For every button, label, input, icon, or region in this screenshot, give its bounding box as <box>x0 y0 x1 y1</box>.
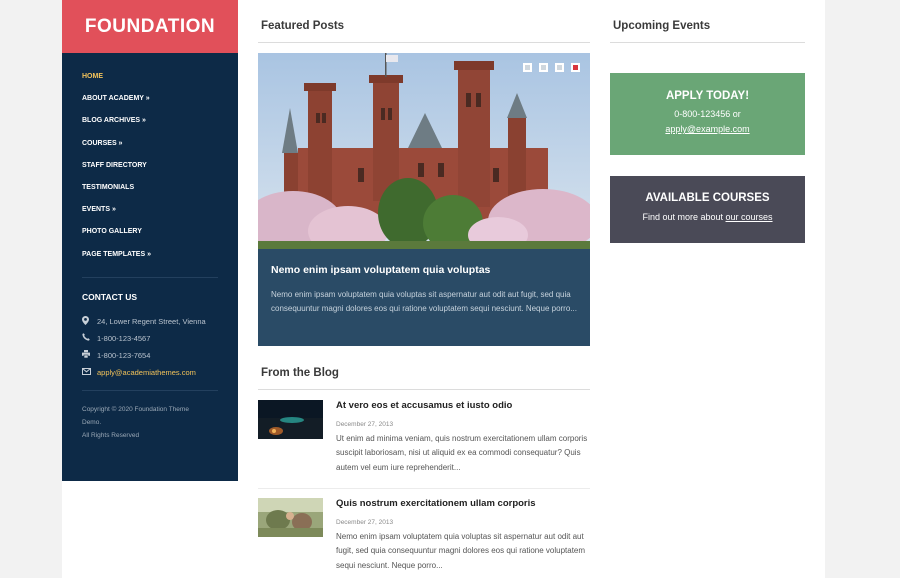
contact-block: CONTACT US 24, Lower Regent Street, Vien… <box>62 278 238 381</box>
contact-title: CONTACT US <box>82 291 138 302</box>
contact-phone: 1-800-123-4567 <box>82 330 218 347</box>
phone-icon <box>82 333 97 343</box>
slider-dot-3[interactable] <box>555 63 564 72</box>
contact-email[interactable]: apply@academiathemes.com <box>82 364 218 381</box>
apply-today-box: APPLY TODAY! 0-800-123456 or apply@examp… <box>610 73 805 155</box>
list-item: At vero eos et accusamus et iusto odio D… <box>258 400 590 480</box>
site-logo[interactable]: FOUNDATION <box>62 0 238 53</box>
printer-icon <box>82 350 97 360</box>
contact-address: 24, Lower Regent Street, Vienna <box>82 313 218 330</box>
nav-item-about-academy[interactable]: ABOUT ACADEMY » <box>82 93 238 115</box>
slider-dot-1[interactable] <box>523 63 532 72</box>
slide-caption: Nemo enim ipsam voluptatem quia voluptas… <box>258 249 590 346</box>
nav-item-blog-archives[interactable]: BLOG ARCHIVES » <box>82 115 238 137</box>
our-courses-link[interactable]: our courses <box>726 212 773 222</box>
slider-dot-4[interactable] <box>571 63 580 72</box>
slide-image[interactable] <box>258 53 590 249</box>
sidebar: FOUNDATION HOME ABOUT ACADEMY » BLOG ARC… <box>62 0 238 481</box>
nav-item-photo-gallery[interactable]: PHOTO GALLERY <box>82 226 238 248</box>
post-excerpt: Nemo enim ipsam voluptatem quia voluptas… <box>336 532 586 570</box>
available-courses-box: AVAILABLE COURSES Find out more about ou… <box>610 176 805 243</box>
post-title[interactable]: Quis nostrum exercitationem ullam corpor… <box>336 498 590 509</box>
apply-phone: 0-800-123456 or <box>674 109 741 119</box>
post-divider <box>258 488 590 489</box>
post-title[interactable]: At vero eos et accusamus et iusto odio <box>336 400 590 411</box>
nav-item-courses[interactable]: COURSES » <box>82 138 238 160</box>
contact-fax: 1-800-123-7654 <box>82 347 218 364</box>
nav-item-page-templates[interactable]: PAGE TEMPLATES » <box>82 249 238 271</box>
apply-title: APPLY TODAY! <box>665 90 750 102</box>
slider-dots <box>523 63 580 72</box>
blog-section-title: From the Blog <box>261 367 339 379</box>
nav-item-home[interactable]: HOME <box>82 71 238 93</box>
nav-item-testimonials[interactable]: TESTIMONIALS <box>82 182 238 204</box>
post-date: December 27, 2013 <box>336 519 394 526</box>
courses-title: AVAILABLE COURSES <box>645 192 770 204</box>
map-pin-icon <box>82 315 97 327</box>
post-thumbnail[interactable] <box>258 498 323 537</box>
events-section-title: Upcoming Events <box>613 20 711 32</box>
featured-post-title[interactable]: Nemo enim ipsam voluptatem quia voluptas <box>271 264 577 276</box>
post-date: December 27, 2013 <box>336 421 394 428</box>
main-nav: HOME ABOUT ACADEMY » BLOG ARCHIVES » COU… <box>62 53 238 271</box>
nav-item-staff-directory[interactable]: STAFF DIRECTORY <box>82 160 238 182</box>
copyright: Copyright © 2020 Foundation Theme Demo. … <box>82 405 189 439</box>
events-rule <box>610 42 805 43</box>
post-excerpt: Ut enim ad minima veniam, quis nostrum e… <box>336 434 588 472</box>
post-thumbnail[interactable] <box>258 400 323 439</box>
featured-slider[interactable]: Nemo enim ipsam voluptatem quia voluptas… <box>258 53 590 346</box>
blog-rule <box>258 389 590 390</box>
apply-email-link[interactable]: apply@example.com <box>665 124 749 134</box>
featured-post-excerpt: Nemo enim ipsam voluptatem quia voluptas… <box>271 290 577 313</box>
courses-text: Find out more about <box>642 212 726 222</box>
featured-posts-title: Featured Posts <box>261 20 345 32</box>
list-item: Quis nostrum exercitationem ullam corpor… <box>258 498 590 578</box>
slider-dot-2[interactable] <box>539 63 548 72</box>
nav-item-events[interactable]: EVENTS » <box>82 204 238 226</box>
envelope-icon <box>82 367 97 377</box>
featured-rule <box>258 42 590 43</box>
